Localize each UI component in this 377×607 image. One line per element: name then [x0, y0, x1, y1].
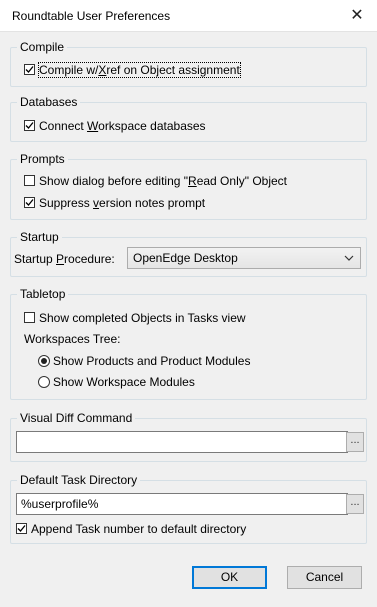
suppress-label: Suppress version notes prompt [39, 196, 206, 210]
visual-diff-group: Visual Diff Command ... [10, 411, 367, 462]
tabletop-legend: Tabletop [17, 287, 69, 301]
append-label: Append Task number to default directory [31, 522, 247, 536]
visual-diff-input[interactable] [16, 431, 348, 453]
radio-products[interactable] [38, 355, 50, 367]
startup-procedure-label: Startup Procedure: [14, 252, 115, 266]
visual-diff-legend: Visual Diff Command [17, 411, 136, 425]
window-title: Roundtable User Preferences [12, 9, 171, 23]
check-icon [25, 66, 34, 73]
radio-modules-label: Show Workspace Modules [53, 375, 195, 389]
startup-group: Startup Startup Procedure: OpenEdge Desk… [10, 230, 367, 277]
chevron-down-icon [344, 255, 354, 261]
startup-procedure-select[interactable]: OpenEdge Desktop [127, 247, 361, 269]
visual-diff-browse-button[interactable]: ... [346, 432, 364, 452]
ok-button[interactable]: OK [192, 566, 267, 589]
databases-group: Databases Connect Workspace databases [10, 95, 367, 142]
connect-checkbox[interactable] [24, 120, 35, 131]
xref-checkbox[interactable] [24, 64, 35, 75]
close-icon[interactable]: ✕ [337, 0, 377, 31]
databases-legend: Databases [17, 95, 81, 109]
title-bar: Roundtable User Preferences ✕ [0, 0, 377, 32]
prompts-legend: Prompts [17, 152, 68, 166]
task-dir-browse-button[interactable]: ... [346, 494, 364, 514]
show-dialog-label: Show dialog before editing "Read Only" O… [39, 174, 288, 188]
radio-products-label: Show Products and Product Modules [53, 354, 251, 368]
cancel-button[interactable]: Cancel [287, 566, 362, 589]
prompts-group: Prompts Show dialog before editing "Read… [10, 152, 367, 220]
check-icon [17, 525, 26, 532]
startup-procedure-value: OpenEdge Desktop [133, 251, 238, 265]
task-dir-input[interactable] [16, 493, 348, 515]
connect-label: Connect Workspace databases [39, 119, 206, 133]
show-dialog-checkbox[interactable] [24, 175, 35, 186]
task-dir-group: Default Task Directory ... Append Task n… [10, 473, 367, 544]
show-completed-label: Show completed Objects in Tasks view [39, 311, 246, 325]
suppress-checkbox[interactable] [24, 197, 35, 208]
compile-group: Compile Compile w/Xref on Object assignm… [10, 40, 367, 87]
task-dir-legend: Default Task Directory [17, 473, 141, 487]
radio-modules[interactable] [38, 376, 50, 388]
check-icon [25, 199, 34, 206]
check-icon [25, 122, 34, 129]
xref-label: Compile w/Xref on Object assignment [38, 62, 241, 78]
workspaces-tree-label: Workspaces Tree: [24, 332, 121, 346]
show-completed-checkbox[interactable] [24, 312, 35, 323]
compile-legend: Compile [17, 40, 68, 54]
startup-legend: Startup [17, 230, 62, 244]
append-checkbox[interactable] [16, 523, 27, 534]
tabletop-group: Tabletop Show completed Objects in Tasks… [10, 287, 367, 400]
